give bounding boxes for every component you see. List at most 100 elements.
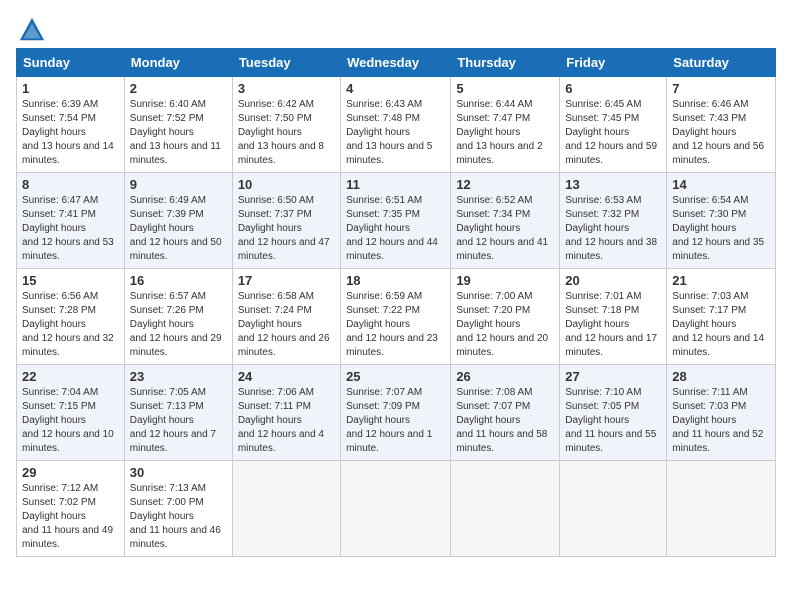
- day-info: Sunrise: 7:13 AM Sunset: 7:00 PM Dayligh…: [130, 482, 227, 552]
- header-friday: Friday: [560, 49, 667, 77]
- day-info: Sunrise: 6:59 AM Sunset: 7:22 PM Dayligh…: [346, 290, 445, 360]
- day-number: 26: [456, 369, 554, 384]
- day-info: Sunrise: 6:44 AM Sunset: 7:47 PM Dayligh…: [456, 98, 554, 168]
- calendar-week-1: 1 Sunrise: 6:39 AM Sunset: 7:54 PM Dayli…: [17, 77, 776, 173]
- day-info: Sunrise: 7:07 AM Sunset: 7:09 PM Dayligh…: [346, 386, 445, 456]
- calendar-cell: 8 Sunrise: 6:47 AM Sunset: 7:41 PM Dayli…: [17, 173, 125, 269]
- calendar-cell: 15 Sunrise: 6:56 AM Sunset: 7:28 PM Dayl…: [17, 269, 125, 365]
- day-number: 17: [238, 273, 335, 288]
- header-sunday: Sunday: [17, 49, 125, 77]
- header-wednesday: Wednesday: [341, 49, 451, 77]
- day-number: 22: [22, 369, 119, 384]
- day-info: Sunrise: 7:01 AM Sunset: 7:18 PM Dayligh…: [565, 290, 661, 360]
- day-info: Sunrise: 6:43 AM Sunset: 7:48 PM Dayligh…: [346, 98, 445, 168]
- day-number: 15: [22, 273, 119, 288]
- day-info: Sunrise: 6:53 AM Sunset: 7:32 PM Dayligh…: [565, 194, 661, 264]
- calendar-week-5: 29 Sunrise: 7:12 AM Sunset: 7:02 PM Dayl…: [17, 461, 776, 557]
- calendar-cell: [667, 461, 776, 557]
- calendar-cell: 20 Sunrise: 7:01 AM Sunset: 7:18 PM Dayl…: [560, 269, 667, 365]
- calendar-cell: 27 Sunrise: 7:10 AM Sunset: 7:05 PM Dayl…: [560, 365, 667, 461]
- calendar-cell: [560, 461, 667, 557]
- day-number: 16: [130, 273, 227, 288]
- calendar-cell: 17 Sunrise: 6:58 AM Sunset: 7:24 PM Dayl…: [232, 269, 340, 365]
- calendar-cell: 13 Sunrise: 6:53 AM Sunset: 7:32 PM Dayl…: [560, 173, 667, 269]
- calendar-week-2: 8 Sunrise: 6:47 AM Sunset: 7:41 PM Dayli…: [17, 173, 776, 269]
- day-number: 7: [672, 81, 770, 96]
- calendar-cell: 30 Sunrise: 7:13 AM Sunset: 7:00 PM Dayl…: [124, 461, 232, 557]
- day-number: 27: [565, 369, 661, 384]
- calendar-cell: 7 Sunrise: 6:46 AM Sunset: 7:43 PM Dayli…: [667, 77, 776, 173]
- day-info: Sunrise: 7:04 AM Sunset: 7:15 PM Dayligh…: [22, 386, 119, 456]
- day-number: 20: [565, 273, 661, 288]
- header-thursday: Thursday: [451, 49, 560, 77]
- calendar-cell: 2 Sunrise: 6:40 AM Sunset: 7:52 PM Dayli…: [124, 77, 232, 173]
- header-monday: Monday: [124, 49, 232, 77]
- calendar: SundayMondayTuesdayWednesdayThursdayFrid…: [16, 48, 776, 557]
- day-info: Sunrise: 6:40 AM Sunset: 7:52 PM Dayligh…: [130, 98, 227, 168]
- calendar-cell: 25 Sunrise: 7:07 AM Sunset: 7:09 PM Dayl…: [341, 365, 451, 461]
- day-number: 21: [672, 273, 770, 288]
- calendar-cell: 12 Sunrise: 6:52 AM Sunset: 7:34 PM Dayl…: [451, 173, 560, 269]
- calendar-cell: 26 Sunrise: 7:08 AM Sunset: 7:07 PM Dayl…: [451, 365, 560, 461]
- day-info: Sunrise: 7:00 AM Sunset: 7:20 PM Dayligh…: [456, 290, 554, 360]
- calendar-cell: [341, 461, 451, 557]
- page-header: [16, 16, 776, 38]
- calendar-header-row: SundayMondayTuesdayWednesdayThursdayFrid…: [17, 49, 776, 77]
- day-info: Sunrise: 6:45 AM Sunset: 7:45 PM Dayligh…: [565, 98, 661, 168]
- day-number: 12: [456, 177, 554, 192]
- calendar-cell: 24 Sunrise: 7:06 AM Sunset: 7:11 PM Dayl…: [232, 365, 340, 461]
- calendar-week-4: 22 Sunrise: 7:04 AM Sunset: 7:15 PM Dayl…: [17, 365, 776, 461]
- calendar-cell: 10 Sunrise: 6:50 AM Sunset: 7:37 PM Dayl…: [232, 173, 340, 269]
- calendar-cell: 16 Sunrise: 6:57 AM Sunset: 7:26 PM Dayl…: [124, 269, 232, 365]
- day-info: Sunrise: 6:51 AM Sunset: 7:35 PM Dayligh…: [346, 194, 445, 264]
- day-number: 4: [346, 81, 445, 96]
- day-info: Sunrise: 6:46 AM Sunset: 7:43 PM Dayligh…: [672, 98, 770, 168]
- day-info: Sunrise: 6:39 AM Sunset: 7:54 PM Dayligh…: [22, 98, 119, 168]
- calendar-cell: 5 Sunrise: 6:44 AM Sunset: 7:47 PM Dayli…: [451, 77, 560, 173]
- day-number: 5: [456, 81, 554, 96]
- day-number: 8: [22, 177, 119, 192]
- calendar-week-3: 15 Sunrise: 6:56 AM Sunset: 7:28 PM Dayl…: [17, 269, 776, 365]
- day-info: Sunrise: 7:12 AM Sunset: 7:02 PM Dayligh…: [22, 482, 119, 552]
- calendar-cell: 3 Sunrise: 6:42 AM Sunset: 7:50 PM Dayli…: [232, 77, 340, 173]
- calendar-cell: 6 Sunrise: 6:45 AM Sunset: 7:45 PM Dayli…: [560, 77, 667, 173]
- calendar-cell: [451, 461, 560, 557]
- day-info: Sunrise: 6:49 AM Sunset: 7:39 PM Dayligh…: [130, 194, 227, 264]
- calendar-cell: 19 Sunrise: 7:00 AM Sunset: 7:20 PM Dayl…: [451, 269, 560, 365]
- day-number: 14: [672, 177, 770, 192]
- day-info: Sunrise: 6:56 AM Sunset: 7:28 PM Dayligh…: [22, 290, 119, 360]
- calendar-cell: [232, 461, 340, 557]
- day-number: 10: [238, 177, 335, 192]
- day-info: Sunrise: 7:08 AM Sunset: 7:07 PM Dayligh…: [456, 386, 554, 456]
- calendar-cell: 11 Sunrise: 6:51 AM Sunset: 7:35 PM Dayl…: [341, 173, 451, 269]
- day-info: Sunrise: 6:47 AM Sunset: 7:41 PM Dayligh…: [22, 194, 119, 264]
- day-number: 24: [238, 369, 335, 384]
- calendar-cell: 22 Sunrise: 7:04 AM Sunset: 7:15 PM Dayl…: [17, 365, 125, 461]
- calendar-cell: 9 Sunrise: 6:49 AM Sunset: 7:39 PM Dayli…: [124, 173, 232, 269]
- header-tuesday: Tuesday: [232, 49, 340, 77]
- day-number: 13: [565, 177, 661, 192]
- day-info: Sunrise: 6:54 AM Sunset: 7:30 PM Dayligh…: [672, 194, 770, 264]
- day-info: Sunrise: 6:58 AM Sunset: 7:24 PM Dayligh…: [238, 290, 335, 360]
- day-number: 18: [346, 273, 445, 288]
- calendar-cell: 14 Sunrise: 6:54 AM Sunset: 7:30 PM Dayl…: [667, 173, 776, 269]
- day-info: Sunrise: 6:52 AM Sunset: 7:34 PM Dayligh…: [456, 194, 554, 264]
- calendar-cell: 4 Sunrise: 6:43 AM Sunset: 7:48 PM Dayli…: [341, 77, 451, 173]
- day-number: 23: [130, 369, 227, 384]
- day-number: 1: [22, 81, 119, 96]
- day-info: Sunrise: 6:57 AM Sunset: 7:26 PM Dayligh…: [130, 290, 227, 360]
- day-info: Sunrise: 7:10 AM Sunset: 7:05 PM Dayligh…: [565, 386, 661, 456]
- day-number: 6: [565, 81, 661, 96]
- day-info: Sunrise: 6:50 AM Sunset: 7:37 PM Dayligh…: [238, 194, 335, 264]
- day-info: Sunrise: 7:05 AM Sunset: 7:13 PM Dayligh…: [130, 386, 227, 456]
- day-number: 30: [130, 465, 227, 480]
- day-info: Sunrise: 7:03 AM Sunset: 7:17 PM Dayligh…: [672, 290, 770, 360]
- logo-icon: [18, 16, 46, 44]
- calendar-cell: 1 Sunrise: 6:39 AM Sunset: 7:54 PM Dayli…: [17, 77, 125, 173]
- day-info: Sunrise: 7:06 AM Sunset: 7:11 PM Dayligh…: [238, 386, 335, 456]
- day-number: 25: [346, 369, 445, 384]
- day-number: 9: [130, 177, 227, 192]
- calendar-cell: 18 Sunrise: 6:59 AM Sunset: 7:22 PM Dayl…: [341, 269, 451, 365]
- day-number: 19: [456, 273, 554, 288]
- calendar-cell: 23 Sunrise: 7:05 AM Sunset: 7:13 PM Dayl…: [124, 365, 232, 461]
